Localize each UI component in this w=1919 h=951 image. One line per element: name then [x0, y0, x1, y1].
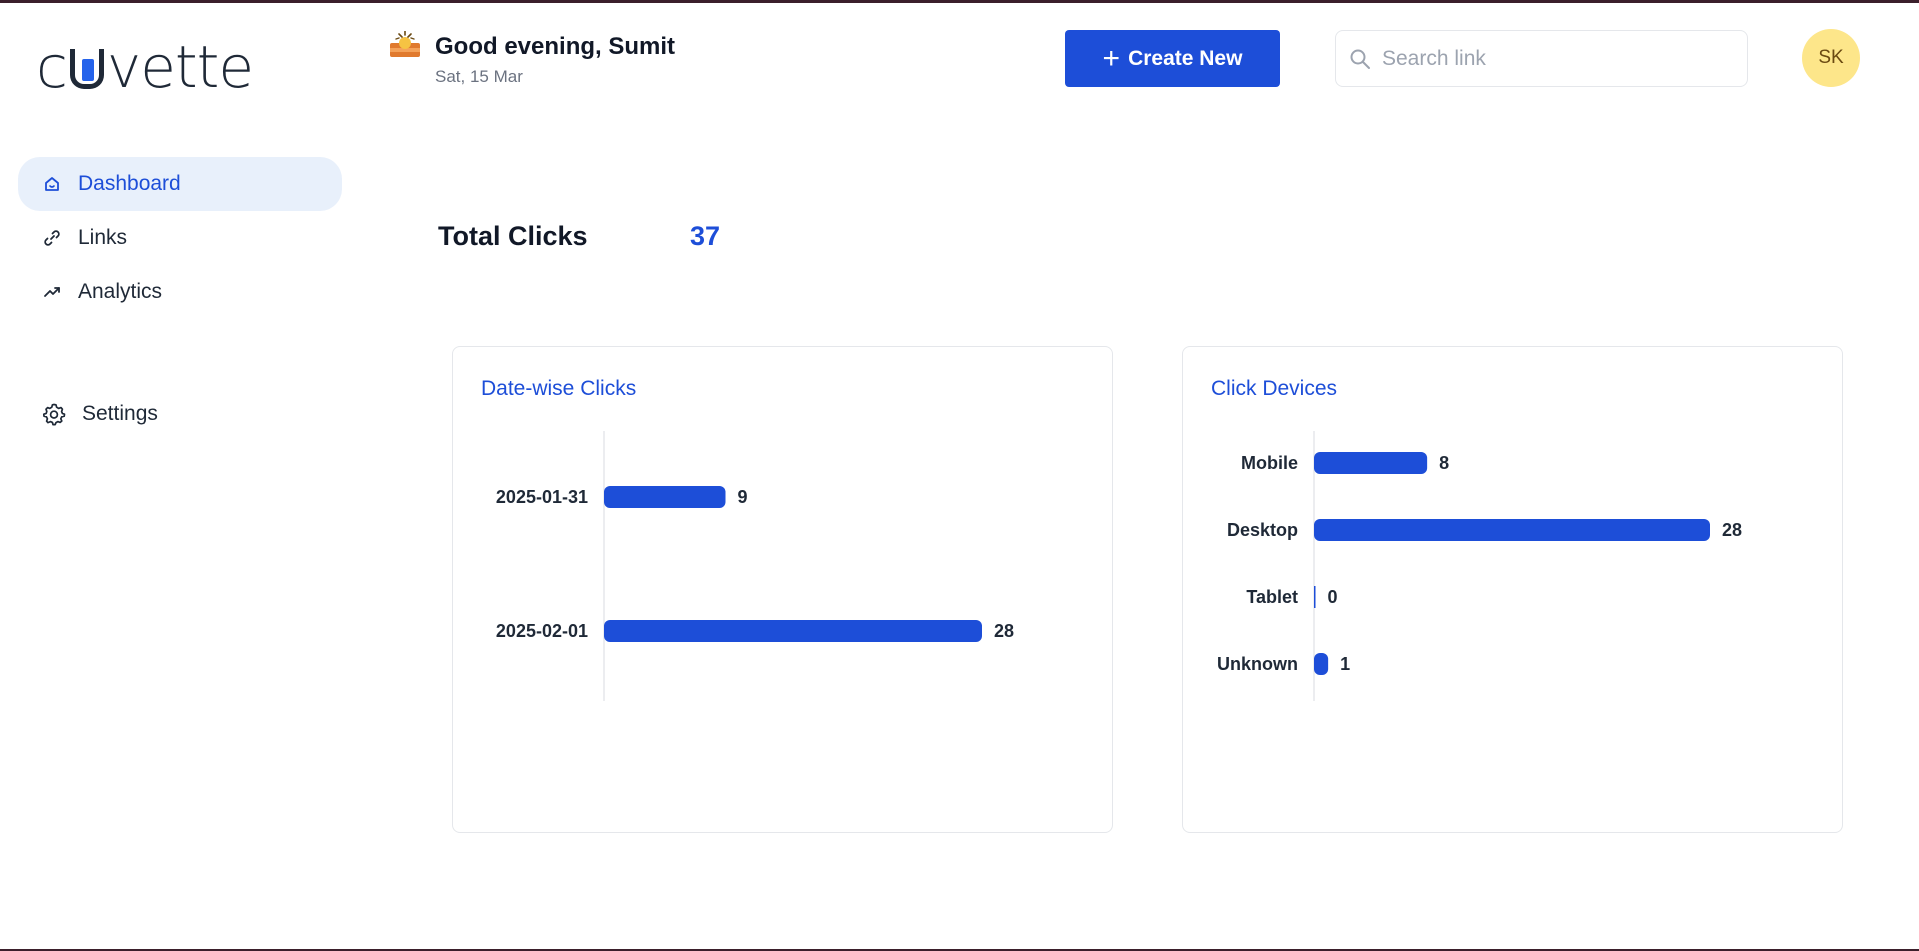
category-label: Desktop: [1227, 520, 1298, 540]
data-label: 0: [1328, 587, 1338, 607]
bar: [1314, 452, 1428, 474]
create-new-label: Create New: [1128, 46, 1243, 70]
sidebar-item-label: Settings: [82, 402, 158, 425]
data-label: 9: [738, 487, 748, 507]
bar: [604, 620, 982, 642]
greeting-text: Good evening, Sumit: [435, 33, 676, 60]
category-label: 2025-02-01: [496, 621, 588, 641]
create-new-button[interactable]: + Create New: [1065, 30, 1280, 87]
search-input[interactable]: [1382, 46, 1722, 71]
bar: [604, 486, 726, 508]
total-clicks-label: Total Clicks: [438, 221, 588, 251]
link-icon: [42, 228, 62, 248]
search-box[interactable]: [1335, 30, 1748, 87]
sidebar-item-dashboard[interactable]: Dashboard: [18, 157, 342, 211]
search-icon: [1348, 47, 1372, 71]
sidebar-item-links[interactable]: Links: [18, 211, 342, 265]
sidebar-item-label: Links: [78, 226, 128, 249]
trend-icon: [42, 282, 62, 302]
category-label: 2025-01-31: [496, 487, 588, 507]
logo-text-start: c: [36, 33, 68, 101]
data-label: 8: [1439, 453, 1449, 473]
sidebar: Dashboard Links Analytics Settings: [18, 157, 342, 441]
category-label: Tablet: [1246, 587, 1298, 607]
category-label: Mobile: [1241, 453, 1298, 473]
bar: [1314, 519, 1710, 541]
data-label: 28: [1722, 520, 1742, 540]
data-label: 28: [994, 621, 1014, 641]
user-avatar[interactable]: SK: [1802, 29, 1860, 87]
sidebar-item-settings[interactable]: Settings: [18, 387, 342, 441]
date-wise-clicks-chart: 2025-01-31 9 2025-02-01 28: [496, 431, 1014, 701]
total-clicks-value: 37: [690, 221, 721, 251]
cuvette-logo[interactable]: c vette: [36, 33, 254, 101]
date-wise-clicks-card: Date-wise Clicks 2025-01-31 9 2025-02-01 28: [452, 346, 1113, 833]
bar: [1314, 653, 1329, 675]
sidebar-item-label: Analytics: [78, 280, 163, 303]
current-date: Sat, 15 Mar: [435, 67, 523, 86]
plus-icon: +: [1102, 41, 1121, 75]
bar: [1314, 586, 1316, 608]
sunset-icon: [390, 30, 420, 57]
category-label: Unknown: [1217, 654, 1298, 674]
click-devices-chart: Mobile 8 Desktop 28 Tablet 0 Unknown 1: [1217, 431, 1742, 701]
home-icon: [42, 174, 62, 194]
data-label: 1: [1340, 654, 1350, 674]
logo-text-end: vette: [106, 33, 254, 101]
click-devices-card: Click Devices Mobile 8 Desktop 28 Tablet 0 Unk…: [1182, 346, 1843, 833]
cup-logo-icon: [68, 45, 106, 91]
gear-icon: [42, 402, 66, 426]
sidebar-item-analytics[interactable]: Analytics: [18, 265, 342, 319]
app-window: cvette Dashboard Links Analytics Settin: [0, 0, 1919, 951]
sidebar-item-label: Dashboard: [78, 172, 181, 195]
